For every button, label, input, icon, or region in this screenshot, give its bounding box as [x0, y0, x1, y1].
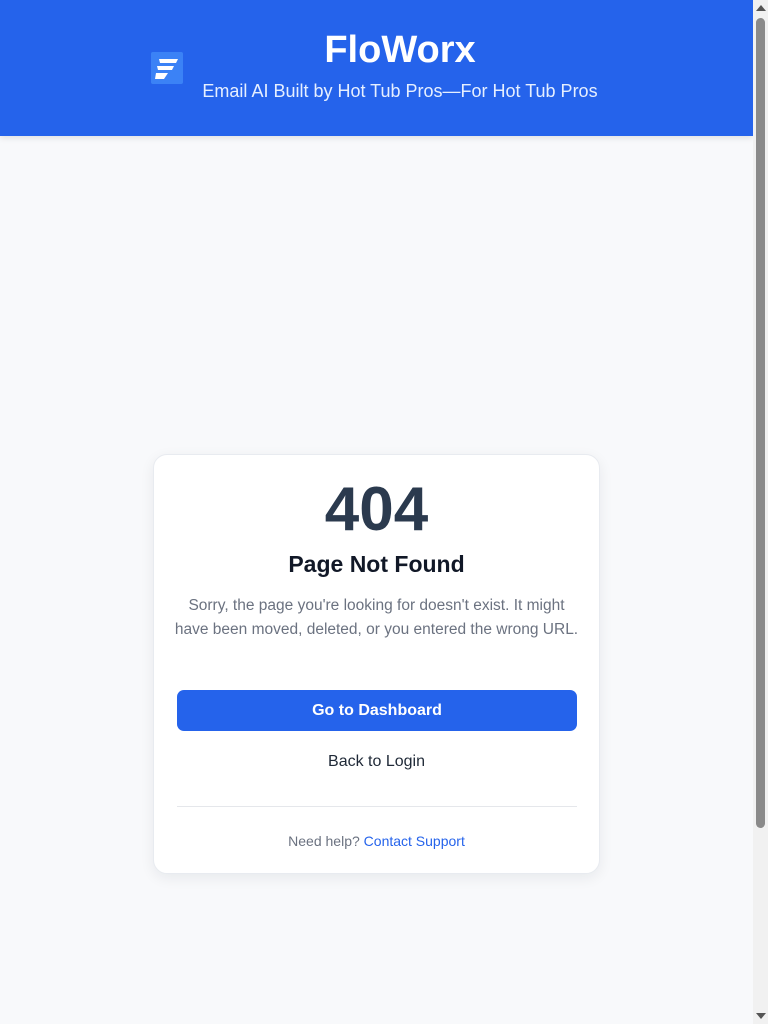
contact-support-link[interactable]: Contact Support [364, 833, 465, 849]
brand-tagline: Email AI Built by Hot Tub Pros—For Hot T… [202, 81, 598, 101]
scroll-up-arrow-icon[interactable] [756, 5, 766, 11]
error-card: 404 Page Not Found Sorry, the page you'r… [153, 454, 600, 874]
browser-viewport: FloWorx Email AI Built by Hot Tub Pros—F… [0, 0, 768, 1024]
vertical-scrollbar[interactable] [753, 0, 768, 1024]
go-to-dashboard-button[interactable]: Go to Dashboard [177, 690, 577, 731]
help-text: Need help? [288, 833, 360, 849]
back-to-login-link[interactable]: Back to Login [154, 751, 599, 773]
scroll-down-arrow-icon[interactable] [756, 1013, 766, 1019]
page: FloWorx Email AI Built by Hot Tub Pros—F… [0, 0, 753, 1024]
divider [177, 806, 577, 807]
error-description: Sorry, the page you're looking for doesn… [174, 597, 579, 638]
app-header: FloWorx Email AI Built by Hot Tub Pros—F… [0, 0, 753, 136]
error-heading: Page Not Found [288, 551, 465, 577]
brand-title: FloWorx [324, 29, 476, 71]
error-code: 404 [324, 475, 429, 544]
help-line: Need help? Contact Support [154, 831, 599, 851]
scrollbar-thumb[interactable] [756, 18, 765, 828]
